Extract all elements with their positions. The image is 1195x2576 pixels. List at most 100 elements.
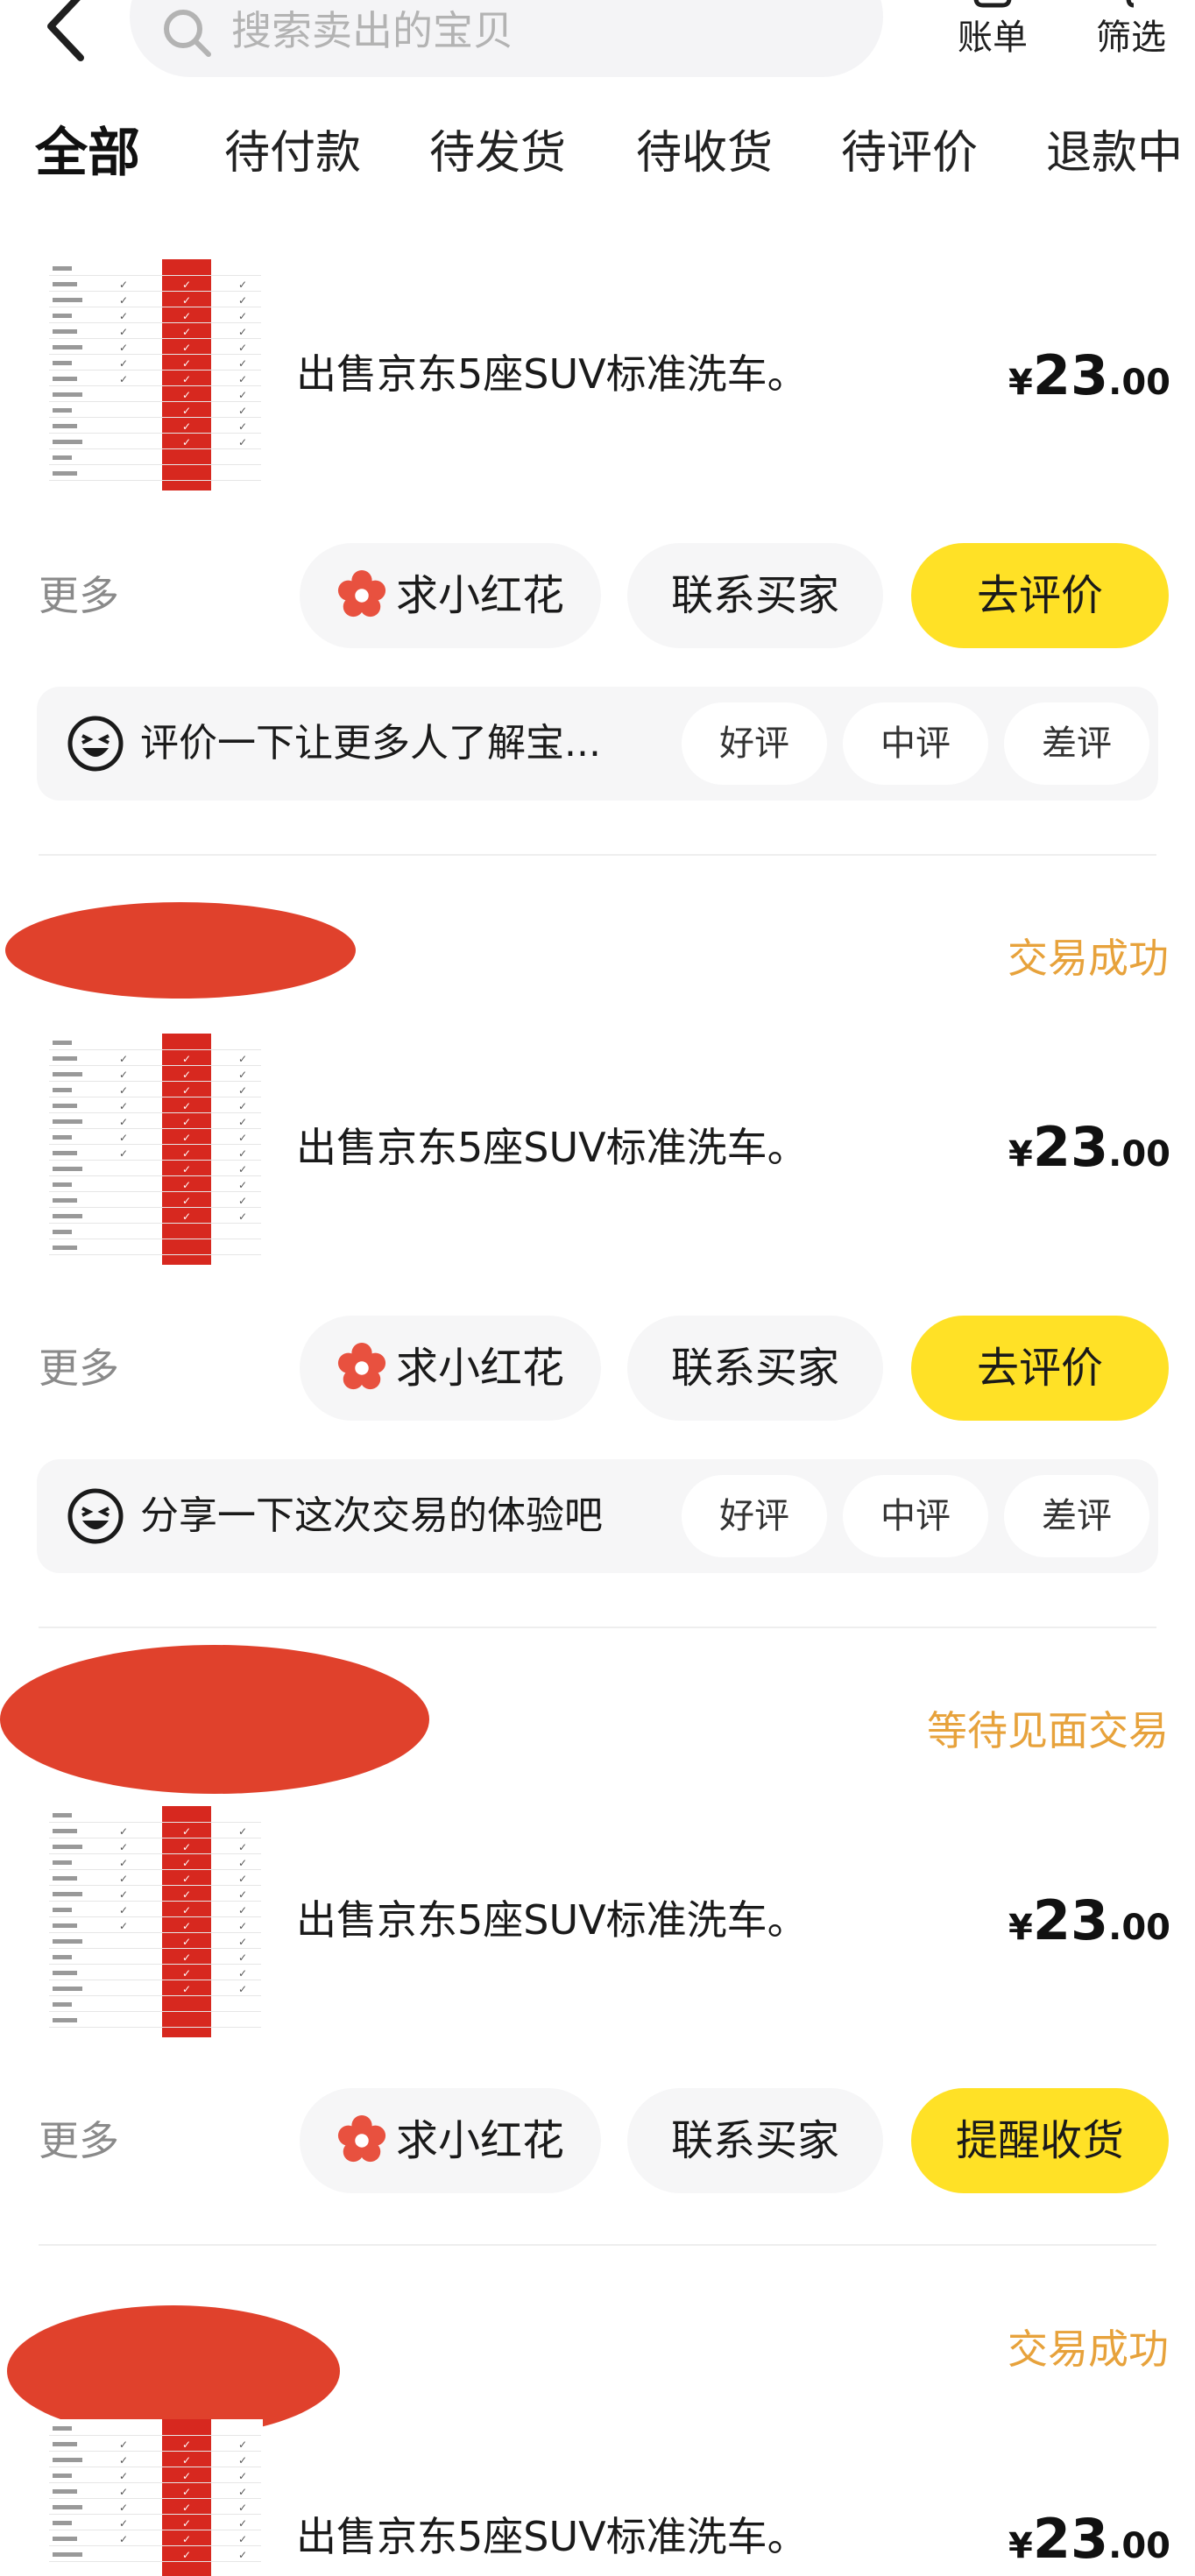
contact-buyer-button[interactable]: 联系买家 (627, 2088, 883, 2193)
thumbnail-check: ✓ (119, 1920, 129, 1932)
thumbnail-check: ✓ (238, 2470, 248, 2482)
thumbnail-row (49, 401, 261, 402)
good-review-button[interactable]: 好评 (682, 702, 827, 785)
thumbnail-check: ✓ (182, 1210, 192, 1223)
contact-buyer-button[interactable]: 联系买家 (627, 1316, 883, 1421)
bill-button[interactable]: 账单 (936, 0, 1050, 79)
thumbnail-cell (53, 1955, 72, 1959)
price: ¥23.00 (1008, 343, 1170, 407)
thumbnail-cell (53, 455, 72, 460)
thumbnail-cell (53, 424, 77, 428)
thumbnail-check: ✓ (119, 2502, 129, 2514)
thumbnail-check: ✓ (238, 1967, 248, 1980)
price: ¥23.00 (1008, 1888, 1170, 1952)
thumbnail-check: ✓ (119, 1904, 129, 1916)
thumbnail-check: ✓ (119, 2533, 129, 2545)
thumbnail-check: ✓ (182, 1873, 192, 1885)
thumbnail-check: ✓ (182, 1195, 192, 1207)
more-link[interactable]: 更多 (39, 568, 119, 624)
thumbnail-check: ✓ (182, 1936, 192, 1948)
order-status: 等待见面交易 (927, 1707, 1169, 1754)
product-thumbnail: ✓ ✓ ✓ ✓ ✓ ✓ ✓ ✓ ✓ ✓ ✓ ✓ ✓ ✓ ✓ ✓ ✓ ✓ ✓ ✓ ✓ ✓ ✓ ✓ ✓ ✓ ✓ ✓ ✓ (44, 1806, 263, 2037)
thumbnail-row (49, 1223, 261, 1224)
thumbnail-cell (53, 392, 82, 397)
thumbnail-check: ✓ (238, 1936, 248, 1948)
thumbnail-check: ✓ (238, 1825, 248, 1838)
grin-face-icon (67, 1488, 124, 1544)
neutral-review-button[interactable]: 中评 (843, 1475, 988, 1557)
contact-buyer-button[interactable]: 联系买家 (627, 543, 883, 648)
thumbnail-cell (53, 1908, 72, 1912)
thumbnail-check: ✓ (119, 326, 129, 338)
bad-review-button[interactable]: 差评 (1004, 702, 1149, 785)
thumbnail-row (49, 1065, 261, 1066)
tab-pending-payment[interactable]: 待付款 (224, 123, 361, 184)
more-link[interactable]: 更多 (39, 1340, 119, 1396)
product-title: 出售京东5座SUV标准洗车。 (296, 350, 808, 398)
review-button[interactable]: 去评价 (911, 543, 1169, 648)
remind-receipt-button[interactable]: 提醒收货 (911, 2088, 1169, 2193)
thumbnail-cell (53, 1056, 77, 1061)
thumbnail-row (49, 1160, 261, 1161)
thumbnail-check: ✓ (119, 1116, 129, 1128)
thumbnail-row (49, 338, 261, 339)
order-tabs: 全部 待付款 待发货 待收货 待评价 退款中 (0, 114, 1195, 201)
thumbnail-check: ✓ (238, 1920, 248, 1932)
thumbnail-row (49, 1964, 261, 1965)
thumbnail-check: ✓ (238, 1116, 248, 1128)
thumbnail-row (49, 1916, 261, 1917)
thumbnail-check: ✓ (238, 389, 248, 401)
thumbnail-check: ✓ (238, 1179, 248, 1191)
more-link[interactable]: 更多 (39, 2113, 119, 2169)
thumbnail-check: ✓ (238, 1132, 248, 1144)
thumbnail-check: ✓ (182, 1132, 192, 1144)
thumbnail-check: ✓ (238, 1053, 248, 1065)
thumbnail-check: ✓ (182, 1841, 192, 1853)
chevron-left-icon[interactable] (35, 0, 98, 67)
thumbnail-row (49, 1081, 261, 1082)
thumbnail-check: ✓ (182, 310, 192, 322)
thumbnail-check: ✓ (238, 1084, 248, 1097)
order-status: 交易成功 (1008, 935, 1169, 982)
thumbnail-check: ✓ (119, 1873, 129, 1885)
filter-button[interactable]: 筛选 (1074, 0, 1188, 79)
thumbnail-row (49, 1112, 261, 1113)
filter-icon (1126, 0, 1135, 8)
thumbnail-row (49, 2514, 261, 2515)
thumbnail-check: ✓ (182, 326, 192, 338)
review-button[interactable]: 去评价 (911, 1316, 1169, 1421)
thumbnail-check: ✓ (238, 342, 248, 354)
thumbnail-check: ✓ (238, 1147, 248, 1160)
redacted-buyer-name (5, 902, 356, 999)
tab-refunding[interactable]: 退款中 (1046, 123, 1183, 184)
thumbnail-cell (53, 2458, 82, 2462)
tab-pending-shipment[interactable]: 待发货 (429, 123, 566, 184)
tab-all[interactable]: 全部 (32, 123, 144, 184)
ask-flower-button[interactable]: 求小红花 (300, 1316, 601, 1421)
thumbnail-check: ✓ (238, 310, 248, 322)
redacted-buyer-name (0, 1645, 429, 1794)
ask-flower-button[interactable]: 求小红花 (300, 543, 601, 648)
thumbnail-cell (53, 361, 72, 365)
thumbnail-row (49, 2498, 261, 2499)
thumbnail-check: ✓ (238, 1888, 248, 1901)
thumbnail-row (49, 275, 261, 276)
thumbnail-check: ✓ (119, 1100, 129, 1112)
thumbnail-cell (53, 1135, 72, 1140)
ask-flower-button[interactable]: 求小红花 (300, 2088, 601, 2193)
thumbnail-cell (53, 1971, 77, 1975)
tab-pending-review[interactable]: 待评价 (841, 123, 978, 184)
thumbnail-row (49, 1901, 261, 1902)
thumbnail-cell (53, 329, 77, 334)
thumbnail-check: ✓ (119, 2454, 129, 2467)
thumbnail-cell (53, 314, 72, 318)
good-review-button[interactable]: 好评 (682, 1475, 827, 1557)
thumbnail-check: ✓ (238, 2454, 248, 2467)
bad-review-button[interactable]: 差评 (1004, 1475, 1149, 1557)
thumbnail-cell (53, 282, 77, 286)
search-input[interactable]: 搜索卖出的宝贝 (130, 0, 883, 77)
tab-pending-receipt[interactable]: 待收货 (636, 123, 773, 184)
neutral-review-button[interactable]: 中评 (843, 702, 988, 785)
thumbnail-check: ✓ (238, 405, 248, 417)
divider (39, 2244, 1156, 2246)
